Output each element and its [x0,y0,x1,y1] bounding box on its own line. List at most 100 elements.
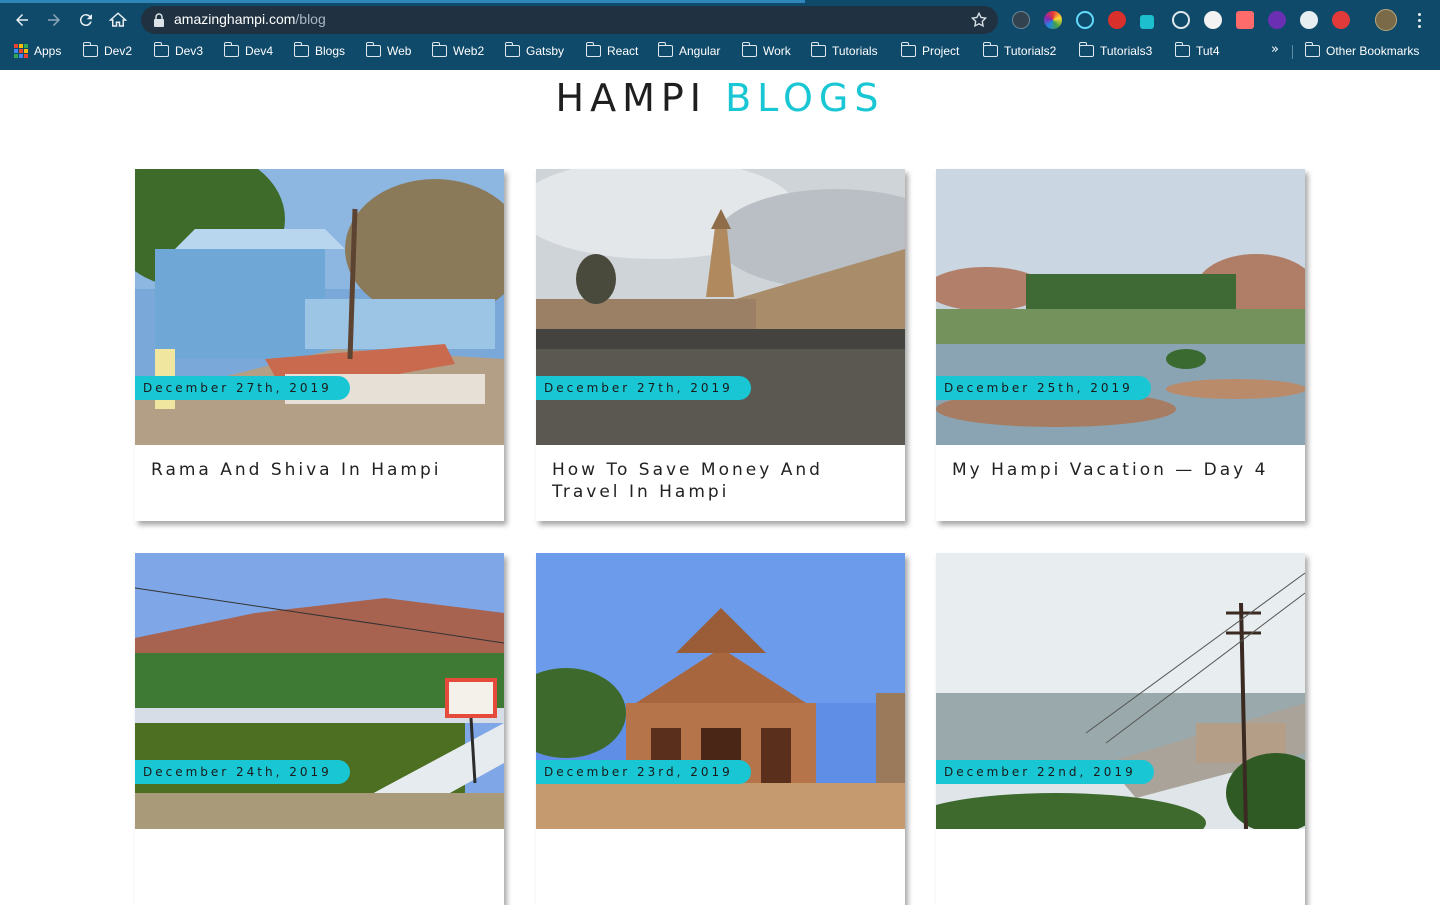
folder-icon [504,42,520,57]
folder-icon [900,42,916,57]
bookmark-label: Dev2 [104,44,133,58]
folder-icon [585,42,601,57]
post-date-badge: December 24th, 2019 [135,760,350,784]
url-text: amazinghampi.com/blog [174,11,326,27]
bookmark-label: Dev4 [245,44,274,58]
bookmarks-overflow-chevron[interactable]: » [1271,42,1279,57]
extension-pen-icon[interactable] [1140,15,1154,29]
bookmark-folder-dev4[interactable]: Dev4 [223,41,274,61]
back-arrow-icon [16,14,28,26]
bookmarks-divider [1292,45,1293,59]
bookmark-folder-blogs[interactable]: Blogs [293,41,346,61]
bookmark-label: Tutorials3 [1100,44,1153,58]
post-date-badge: December 27th, 2019 [135,376,350,400]
bookmarks-bar: Apps Dev2 Dev3 Dev4 Blogs Web Web2 Gatsb… [0,38,1440,64]
home-button[interactable] [106,8,130,32]
bookmark-folder-tutorials3[interactable]: Tutorials3 [1078,41,1153,61]
reload-icon [79,14,92,27]
bookmark-label: Angular [679,44,721,58]
bookmark-folder-other[interactable]: Other Bookmarks [1304,41,1420,61]
folder-icon [810,42,826,57]
extension-react-icon[interactable] [1076,11,1094,29]
extension-purple-icon[interactable] [1268,11,1286,29]
home-icon [109,12,127,27]
page-title-accent: BLOGS [725,76,885,120]
bookmark-label: Project [922,44,960,58]
blog-card-image [135,553,504,829]
post-date-badge: December 27th, 2019 [536,376,751,400]
bookmark-star-icon[interactable] [970,11,988,29]
blog-card[interactable]: December 27th, 2019 How To Save Money An… [536,169,905,521]
folder-icon [223,42,239,57]
extension-stop-icon[interactable] [1332,11,1350,29]
bookmark-label: Apps [34,44,62,58]
extension-video-icon[interactable] [1236,11,1254,29]
bookmark-label: Tut4 [1196,44,1220,58]
post-title[interactable]: How To Save Money And Travel In Hampi [552,459,887,503]
blog-card-image [135,169,504,445]
bookmark-label: Work [763,44,791,58]
apps-grid-icon [14,44,28,58]
bookmark-apps[interactable]: Apps [14,41,61,61]
folder-icon [365,42,381,57]
bookmark-label: Blogs [315,44,346,58]
browser-toolbar: amazinghampi.com/blog [0,3,1440,36]
bookmark-folder-web[interactable]: Web [365,41,412,61]
bookmark-folder-dev3[interactable]: Dev3 [153,41,204,61]
extension-target-icon[interactable] [1172,11,1190,29]
bookmark-label: Tutorials [832,44,878,58]
folder-icon [657,42,673,57]
bookmark-folder-tutorials2[interactable]: Tutorials2 [982,41,1056,61]
folder-icon [1304,42,1320,57]
back-button[interactable] [10,8,34,32]
bookmark-label: React [607,44,639,58]
bookmark-folder-project[interactable]: Project [900,41,960,61]
folder-icon [82,42,98,57]
post-date-badge: December 25th, 2019 [936,376,1151,400]
extension-santa-icon[interactable] [1108,11,1126,29]
lock-icon [154,13,164,27]
bookmark-folder-react[interactable]: React [585,41,639,61]
folder-icon [1174,42,1190,57]
post-date-badge: December 23rd, 2019 [536,760,751,784]
url-path: /blog [295,11,326,27]
post-title[interactable]: My Hampi Vacation — Day 4 [952,459,1287,481]
blog-card[interactable]: December 22nd, 2019 [936,553,1305,905]
forward-button[interactable] [42,8,66,32]
blog-card[interactable]: December 25th, 2019 My Hampi Vacation — … [936,169,1305,521]
profile-avatar[interactable] [1375,9,1397,31]
extension-c-icon[interactable] [1300,11,1318,29]
blog-card[interactable]: December 24th, 2019 [135,553,504,905]
bookmark-label: Web2 [453,44,485,58]
page-title: HAMPI BLOGS [0,76,1440,120]
extension-json-icon[interactable] [1012,11,1030,29]
bookmark-folder-angular[interactable]: Angular [657,41,721,61]
bookmark-label: Gatsby [526,44,565,58]
bookmark-folder-web2[interactable]: Web2 [431,41,485,61]
post-date-badge: December 22nd, 2019 [936,760,1154,784]
folder-icon [982,42,998,57]
bookmark-folder-tut4[interactable]: Tut4 [1174,41,1220,61]
folder-icon [1078,42,1094,57]
bookmark-folder-dev2[interactable]: Dev2 [82,41,133,61]
blog-page: HAMPI BLOGS December 27th, 2019 Rama And… [0,70,1440,905]
bookmark-folder-gatsby[interactable]: Gatsby [504,41,565,61]
post-title[interactable]: Rama And Shiva In Hampi [151,459,486,481]
address-bar[interactable]: amazinghampi.com/blog [141,6,998,34]
bookmark-folder-tutorials[interactable]: Tutorials [810,41,878,61]
extension-color-icon[interactable] [1044,11,1062,29]
blog-card[interactable]: December 23rd, 2019 [536,553,905,905]
blog-card-image [936,169,1305,445]
browser-menu-button[interactable] [1410,8,1428,32]
bookmark-label: Dev3 [175,44,204,58]
folder-icon [741,42,757,57]
extension-h-icon[interactable] [1204,11,1222,29]
folder-icon [293,42,309,57]
reload-button[interactable] [74,8,98,32]
blog-card[interactable]: December 27th, 2019 Rama And Shiva In Ha… [135,169,504,521]
bookmark-folder-work[interactable]: Work [741,41,791,61]
url-host: amazinghampi.com [174,11,296,27]
bookmark-label: Other Bookmarks [1326,44,1420,58]
forward-arrow-icon [48,14,60,26]
bookmark-label: Web [387,44,412,58]
